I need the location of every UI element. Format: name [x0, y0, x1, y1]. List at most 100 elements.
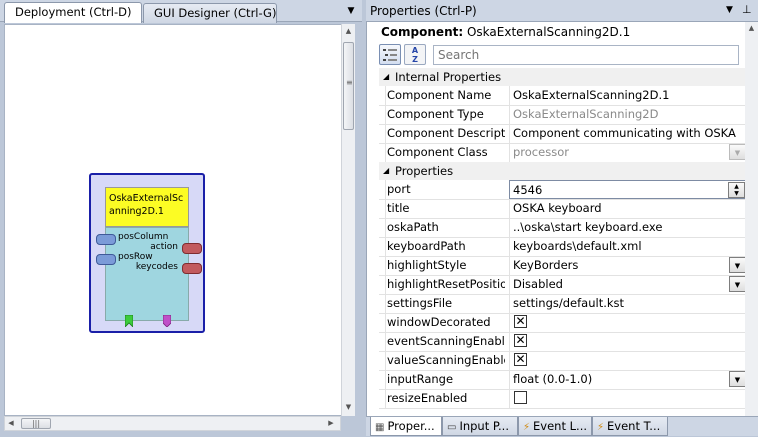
property-row-settingsfile[interactable]: settingsFile settings/default.kst	[379, 294, 747, 314]
property-row-component-type[interactable]: Component Type OskaExternalScanning2D	[379, 105, 747, 125]
input-port-poscolumn[interactable]	[96, 234, 116, 245]
tab-label: Proper...	[387, 419, 435, 433]
scroll-right-icon[interactable]: ▶	[325, 417, 337, 430]
input-port-posrow[interactable]	[96, 254, 116, 265]
output-port-action[interactable]	[182, 243, 202, 254]
search-input[interactable]	[433, 45, 739, 65]
property-row-resizeenabled[interactable]: resizeEnabled	[379, 389, 747, 409]
category-properties[interactable]: ◢ Properties	[379, 162, 747, 180]
output-port-keycodes[interactable]	[182, 263, 202, 274]
property-value[interactable]: KeyBorders ▼	[509, 256, 747, 275]
property-value[interactable]: Component communicating with OSKA	[509, 124, 747, 143]
component-label: Component:	[381, 25, 464, 39]
category-internal-properties[interactable]: ◢ Internal Properties	[379, 68, 747, 86]
property-name: Component Name	[385, 86, 505, 105]
scroll-up-icon[interactable]: ▲	[745, 22, 758, 34]
property-row-eventscanningenabled[interactable]: eventScanningEnabled ✕	[379, 332, 747, 352]
event-input-port-icon[interactable]	[125, 315, 133, 327]
event-output-port-icon[interactable]	[163, 315, 171, 327]
property-name: valueScanningEnabled	[385, 351, 505, 370]
canvas-horizontal-scrollbar[interactable]: ◀ ||| ▶	[4, 416, 341, 431]
collapse-icon[interactable]: ◢	[383, 162, 389, 180]
panel-menu-icon[interactable]: ▼	[345, 5, 357, 17]
sort-az-icon: AZ	[411, 46, 419, 64]
property-row-component-name[interactable]: Component Name OskaExternalScanning2D.1	[379, 86, 747, 106]
property-row-highlightstyle[interactable]: highlightStyle KeyBorders ▼	[379, 256, 747, 276]
property-value[interactable]: 4546 ▲ ▼	[509, 180, 747, 199]
property-name: windowDecorated	[385, 313, 505, 332]
tab-deployment[interactable]: Deployment (Ctrl-D)	[4, 2, 142, 23]
dropdown-arrow-icon[interactable]: ▼	[729, 257, 746, 273]
properties-panel-title: Properties (Ctrl-P)	[370, 4, 477, 18]
spinner-icon[interactable]: ▲ ▼	[728, 182, 745, 198]
checkbox-checked[interactable]: ✕	[514, 353, 527, 366]
property-row-component-class[interactable]: Component Class processor ▼	[379, 143, 747, 163]
scroll-up-icon[interactable]: ▲	[342, 24, 355, 38]
output-port-label: keycodes	[135, 262, 178, 272]
deployment-canvas[interactable]: OskaExternalScanning2D.1 posColumn posRo…	[4, 24, 341, 416]
panel-dropdown-icon[interactable]: ▼	[726, 5, 733, 15]
dropdown-arrow-icon[interactable]: ▼	[729, 276, 746, 292]
property-value: OskaExternalScanning2D	[509, 105, 747, 124]
category-label: Properties	[395, 164, 454, 178]
checkbox-checked[interactable]: ✕	[514, 334, 527, 347]
left-tab-strip: Deployment (Ctrl-D) GUI Designer (Ctrl-G…	[0, 0, 362, 23]
property-value[interactable]: OSKA keyboard	[509, 199, 747, 218]
property-name: Component Descriptic	[385, 124, 505, 143]
properties-vertical-scrollbar[interactable]: ▲	[745, 22, 758, 416]
property-value[interactable]: OskaExternalScanning2D.1	[509, 86, 747, 105]
tab-properties[interactable]: ▦ Proper...	[370, 417, 442, 436]
property-row-inputrange[interactable]: inputRange float (0.0-1.0) ▼	[379, 370, 747, 390]
property-value[interactable]: keyboards\default.xml	[509, 237, 747, 256]
property-name: settingsFile	[385, 294, 505, 313]
property-value[interactable]: ..\oska\start keyboard.exe	[509, 218, 747, 237]
scroll-thumb[interactable]: |||	[21, 418, 51, 429]
property-name: highlightStyle	[385, 256, 505, 275]
property-row-keyboardpath[interactable]: keyboardPath keyboards\default.xml	[379, 237, 747, 257]
property-value[interactable]: settings/default.kst	[509, 294, 747, 313]
scroll-down-icon[interactable]: ▼	[342, 400, 355, 414]
component-block[interactable]: OskaExternalScanning2D.1 posColumn posRo…	[89, 173, 205, 333]
property-row-valuescanningenabled[interactable]: valueScanningEnabled ✕	[379, 351, 747, 371]
collapse-icon[interactable]: ◢	[383, 68, 389, 86]
property-row-title[interactable]: title OSKA keyboard	[379, 199, 747, 219]
categorized-view-button[interactable]	[379, 44, 401, 65]
tab-label: Event L...	[533, 419, 588, 433]
property-value: ✕	[509, 351, 747, 370]
dropdown-arrow-icon[interactable]: ▼	[729, 371, 746, 387]
property-row-highlightresetposition[interactable]: highlightResetPosition Disabled ▼	[379, 275, 747, 295]
property-name: inputRange	[385, 370, 505, 389]
scroll-left-icon[interactable]: ◀	[5, 417, 17, 430]
checkbox-unchecked[interactable]	[514, 391, 527, 404]
lightning-icon: ⚡	[597, 422, 605, 433]
pin-icon[interactable]: ⊥	[742, 3, 752, 16]
property-value[interactable]: Disabled ▼	[509, 275, 747, 294]
list-icon	[383, 49, 397, 61]
tab-event-triggers[interactable]: ⚡ Event T...	[592, 417, 668, 436]
scroll-thumb[interactable]: ≡	[343, 42, 354, 130]
input-port-icon: ▭	[447, 422, 457, 433]
property-name: Component Class	[385, 143, 505, 162]
property-value-text: KeyBorders	[513, 258, 579, 272]
property-row-oskapath[interactable]: oskaPath ..\oska\start keyboard.exe	[379, 218, 747, 238]
tab-gui-designer[interactable]: GUI Designer (Ctrl-G)	[143, 3, 277, 23]
property-row-port[interactable]: port 4546 ▲ ▼	[379, 180, 747, 200]
tab-input-ports[interactable]: ▭ Input P...	[442, 417, 518, 436]
alphabetical-sort-button[interactable]: AZ	[404, 44, 426, 65]
grip-icon: ≡	[346, 78, 353, 87]
properties-panel: Component: OskaExternalScanning2D.1 AZ ◢…	[366, 22, 758, 416]
property-row-windowdecorated[interactable]: windowDecorated ✕	[379, 313, 747, 333]
tab-event-listeners[interactable]: ⚡ Event L...	[518, 417, 592, 436]
canvas-vertical-scrollbar[interactable]: ▲ ≡ ▼	[341, 24, 355, 416]
property-value[interactable]: float (0.0-1.0) ▼	[509, 370, 747, 389]
checkbox-checked[interactable]: ✕	[514, 315, 527, 328]
property-value-text: float (0.0-1.0)	[513, 372, 593, 386]
property-value-text: processor	[513, 145, 569, 159]
property-name: oskaPath	[385, 218, 505, 237]
property-value	[509, 389, 747, 408]
property-row-component-description[interactable]: Component Descriptic Component communica…	[379, 124, 747, 144]
category-label: Internal Properties	[395, 70, 502, 84]
bottom-tab-strip: ▦ Proper... ▭ Input P... ⚡ Event L... ⚡ Even…	[366, 416, 758, 436]
property-value-text: Disabled	[513, 277, 563, 291]
input-port-label: posColumn	[118, 232, 169, 242]
